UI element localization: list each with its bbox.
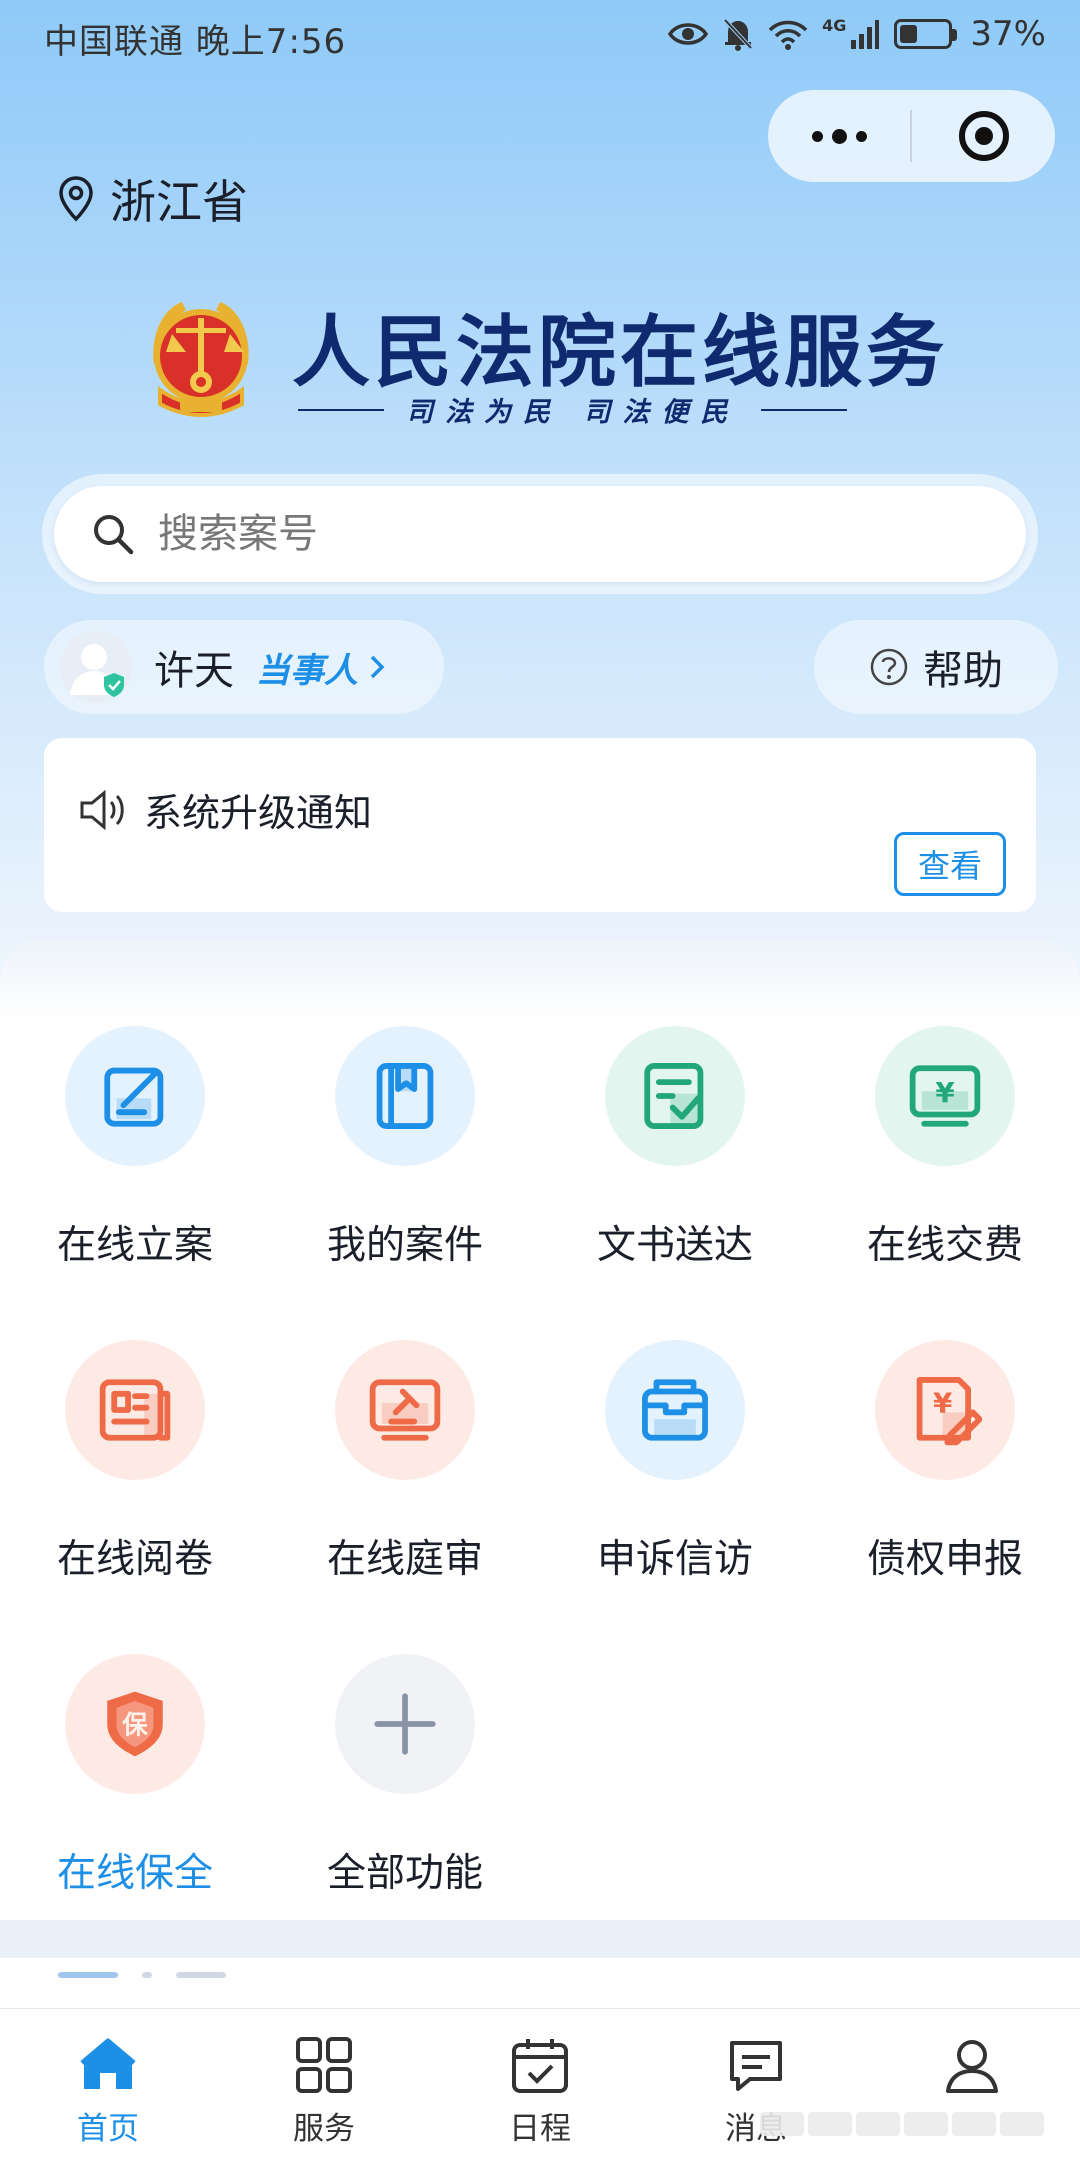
payment-monitor-icon: ¥ xyxy=(875,1026,1015,1166)
app-title: 人民法院在线服务 xyxy=(292,308,949,398)
tab-profile[interactable] xyxy=(864,2009,1080,2160)
signal-icon xyxy=(851,20,880,49)
carrier-time: 中国联通 晚上7:56 xyxy=(44,22,347,62)
miniprogram-capsule xyxy=(768,90,1055,182)
more-button[interactable] xyxy=(768,90,910,182)
search-container xyxy=(42,474,1038,594)
eye-icon xyxy=(668,23,709,45)
feature-label: 在线阅卷 xyxy=(56,1537,213,1582)
feature-label: 在线立案 xyxy=(56,1223,213,1268)
feature-case-book[interactable]: 我的案件 xyxy=(270,1026,540,1286)
feature-label: 我的案件 xyxy=(326,1223,483,1268)
feature-plus[interactable]: 全部功能 xyxy=(270,1654,540,1914)
tab-services[interactable]: 服务 xyxy=(216,2009,432,2160)
home-icon xyxy=(80,2038,136,2089)
target-icon xyxy=(958,111,1009,161)
status-icons: 4G 37% xyxy=(668,14,1046,54)
feature-mailbox[interactable]: 申诉信访 xyxy=(540,1340,810,1600)
location-selector[interactable]: 浙江省 xyxy=(58,166,248,232)
location-pin-icon xyxy=(59,176,93,222)
gavel-screen-icon xyxy=(335,1340,475,1480)
feature-newspaper[interactable]: 在线阅卷 xyxy=(0,1340,270,1600)
newspaper-icon xyxy=(65,1340,205,1480)
document-check-icon xyxy=(605,1026,745,1166)
message-icon xyxy=(730,2041,782,2091)
notice-row: 系统升级通知 xyxy=(78,782,372,837)
tab-schedule[interactable]: 日程 xyxy=(432,2009,648,2160)
edit-form-icon xyxy=(65,1026,205,1166)
feature-label: 在线保全 xyxy=(56,1851,213,1896)
avatar-icon xyxy=(58,629,134,705)
svg-text:¥: ¥ xyxy=(935,1076,954,1109)
tab-home-label: 首页 xyxy=(77,2111,139,2147)
location-text: 浙江省 xyxy=(110,175,248,229)
feature-edit-form[interactable]: 在线立案 xyxy=(0,1026,270,1286)
notice-card: 系统升级通知 查看 xyxy=(44,738,1036,912)
mailbox-icon xyxy=(605,1340,745,1480)
calendar-check-icon xyxy=(512,2039,568,2093)
case-book-icon xyxy=(335,1026,475,1166)
view-notice-button[interactable]: 查看 xyxy=(894,832,1006,896)
grid-icon xyxy=(296,2037,352,2093)
feature-yuan-document[interactable]: ¥ 债权申报 xyxy=(810,1340,1080,1600)
plus-icon xyxy=(335,1654,475,1794)
speaker-icon xyxy=(80,789,124,830)
svg-text:¥: ¥ xyxy=(933,1386,952,1419)
status-bar: 中国联通 晚上7:56 4G 37% xyxy=(0,0,1080,76)
panel-separator xyxy=(0,1920,1080,1958)
notice-text: 系统升级通知 xyxy=(144,791,373,835)
yuan-document-icon: ¥ xyxy=(875,1340,1015,1480)
app-header: 人民法院在线服务 司法为民 司法便民 xyxy=(142,290,944,430)
wifi-icon xyxy=(768,20,808,50)
feature-label: 在线交费 xyxy=(866,1223,1023,1268)
tab-messages[interactable]: 消息 xyxy=(648,2009,864,2160)
feature-label: 在线庭审 xyxy=(326,1537,483,1582)
feature-shield-bao[interactable]: 保在线保全 xyxy=(0,1654,270,1914)
search-icon xyxy=(94,515,134,555)
feature-label: 债权申报 xyxy=(866,1537,1023,1582)
close-miniprogram-button[interactable] xyxy=(912,90,1055,182)
app-slogan: 司法为民 司法便民 xyxy=(298,390,1068,429)
watermark-overlay xyxy=(760,2112,1044,2136)
feature-gavel-screen[interactable]: 在线庭审 xyxy=(270,1340,540,1600)
help-label: 帮助 xyxy=(923,648,1003,694)
feature-label: 申诉信访 xyxy=(596,1537,753,1582)
battery-level xyxy=(900,25,918,43)
network-type: 4G xyxy=(822,15,847,35)
battery-percent: 37% xyxy=(970,14,1046,54)
user-role: 当事人 xyxy=(256,650,358,691)
feature-label: 文书送达 xyxy=(596,1223,753,1268)
tab-schedule-label: 日程 xyxy=(509,2111,571,2147)
feature-document-check[interactable]: 文书送达 xyxy=(540,1026,810,1286)
tab-home[interactable]: 首页 xyxy=(0,2009,216,2160)
home-page: 中国联通 晚上7:56 4G 37% 浙江省 人民法院在线服务 司法为民 司法便… xyxy=(0,0,1080,2160)
feature-label: 全部功能 xyxy=(326,1851,483,1896)
next-section-peek xyxy=(0,1958,1080,2008)
search-input[interactable] xyxy=(156,510,860,558)
profile-icon xyxy=(946,2040,998,2093)
user-profile-pill[interactable]: 许天 当事人 xyxy=(44,620,444,714)
svg-text:保: 保 xyxy=(121,1709,148,1739)
user-name: 许天 xyxy=(154,648,234,694)
question-circle-icon xyxy=(870,648,908,686)
slogan-text: 司法为民 司法便民 xyxy=(406,397,740,428)
help-button[interactable]: 帮助 xyxy=(814,620,1058,714)
feature-payment-monitor[interactable]: ¥ 在线交费 xyxy=(810,1026,1080,1286)
chevron-right-icon xyxy=(370,655,385,679)
search-bar[interactable] xyxy=(54,486,1026,582)
tab-services-label: 服务 xyxy=(293,2111,355,2147)
bell-off-icon xyxy=(723,18,753,51)
shield-bao-icon: 保 xyxy=(65,1654,205,1794)
court-emblem-logo xyxy=(153,302,249,417)
bottom-tab-bar: 首页 服务 日程 消息 xyxy=(0,2008,1080,2160)
battery-icon xyxy=(894,19,958,49)
